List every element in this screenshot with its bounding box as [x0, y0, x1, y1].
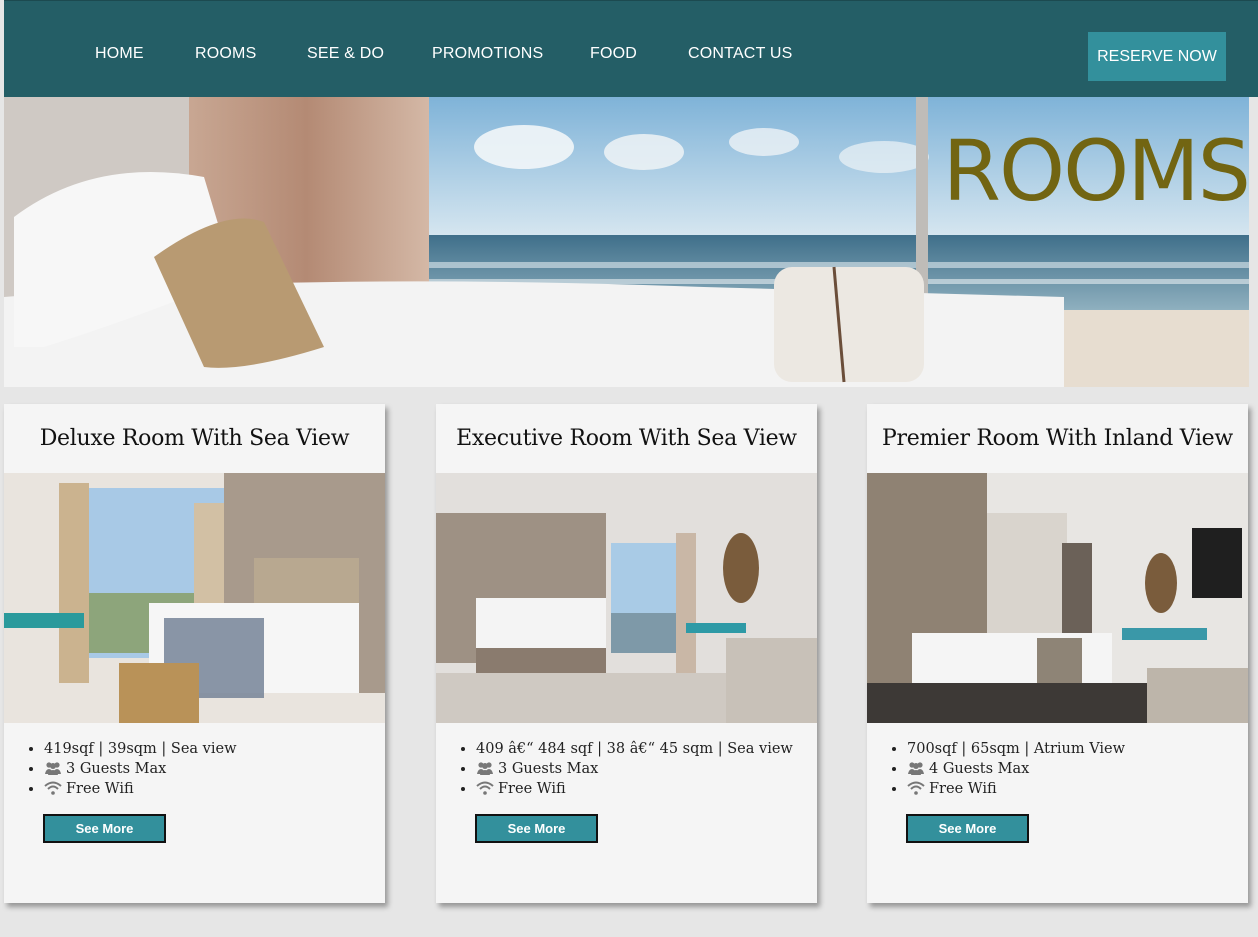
see-more-button[interactable]: See More [43, 814, 166, 843]
room-size: 419sqf | 39sqm | Sea view [44, 739, 385, 759]
users-icon [45, 762, 61, 775]
guests-label: 4 Guests Max [929, 761, 1030, 777]
reserve-now-button[interactable]: RESERVE NOW [1088, 32, 1226, 81]
room-wifi: Free Wifi [907, 779, 1248, 799]
wifi-label: Free Wifi [66, 781, 134, 797]
guests-label: 3 Guests Max [498, 761, 599, 777]
room-features: 700sqf | 65sqm | Atrium View 4 Guests Ma… [867, 739, 1248, 799]
room-title: Executive Room With Sea View [456, 426, 797, 451]
users-icon [908, 762, 924, 775]
room-card-premier: Premier Room With Inland View 700sqf | 6… [867, 404, 1248, 903]
hero-banner: ROOMS [4, 97, 1249, 387]
room-guests: 3 Guests Max [44, 759, 385, 779]
guests-label: 3 Guests Max [66, 761, 167, 777]
room-guests: 3 Guests Max [476, 759, 817, 779]
nav-see-and-do[interactable]: SEE & DO [307, 45, 384, 63]
wifi-icon [476, 781, 494, 795]
see-more-button[interactable]: See More [475, 814, 598, 843]
wifi-icon [907, 781, 925, 795]
room-size: 409 â€“ 484 sqf | 38 â€“ 45 sqm | Sea vi… [476, 739, 817, 759]
nav-home[interactable]: HOME [95, 45, 144, 63]
room-card-deluxe: Deluxe Room With Sea View 419sqf | 39sqm… [4, 404, 385, 903]
room-wifi: Free Wifi [476, 779, 817, 799]
nav-food[interactable]: FOOD [590, 45, 637, 63]
wifi-label: Free Wifi [929, 781, 997, 797]
wifi-label: Free Wifi [498, 781, 566, 797]
room-photo[interactable] [436, 473, 817, 723]
room-guests: 4 Guests Max [907, 759, 1248, 779]
room-wifi: Free Wifi [44, 779, 385, 799]
page-title: ROOMS [942, 122, 1249, 220]
nav-promotions[interactable]: PROMOTIONS [432, 45, 543, 63]
room-title: Deluxe Room With Sea View [39, 426, 350, 451]
nav-rooms[interactable]: ROOMS [195, 45, 256, 63]
room-size: 700sqf | 65sqm | Atrium View [907, 739, 1248, 759]
room-photo[interactable] [867, 473, 1248, 723]
see-more-button[interactable]: See More [906, 814, 1029, 843]
users-icon [477, 762, 493, 775]
room-card-executive: Executive Room With Sea View 409 â€“ 484… [436, 404, 817, 903]
top-navigation: HOME ROOMS SEE & DO PROMOTIONS FOOD CONT… [4, 0, 1258, 97]
nav-contact-us[interactable]: CONTACT US [688, 45, 793, 63]
room-features: 409 â€“ 484 sqf | 38 â€“ 45 sqm | Sea vi… [436, 739, 817, 799]
wifi-icon [44, 781, 62, 795]
room-features: 419sqf | 39sqm | Sea view 3 Guests Max F… [4, 739, 385, 799]
room-title: Premier Room With Inland View [882, 426, 1233, 451]
room-photo[interactable] [4, 473, 385, 723]
